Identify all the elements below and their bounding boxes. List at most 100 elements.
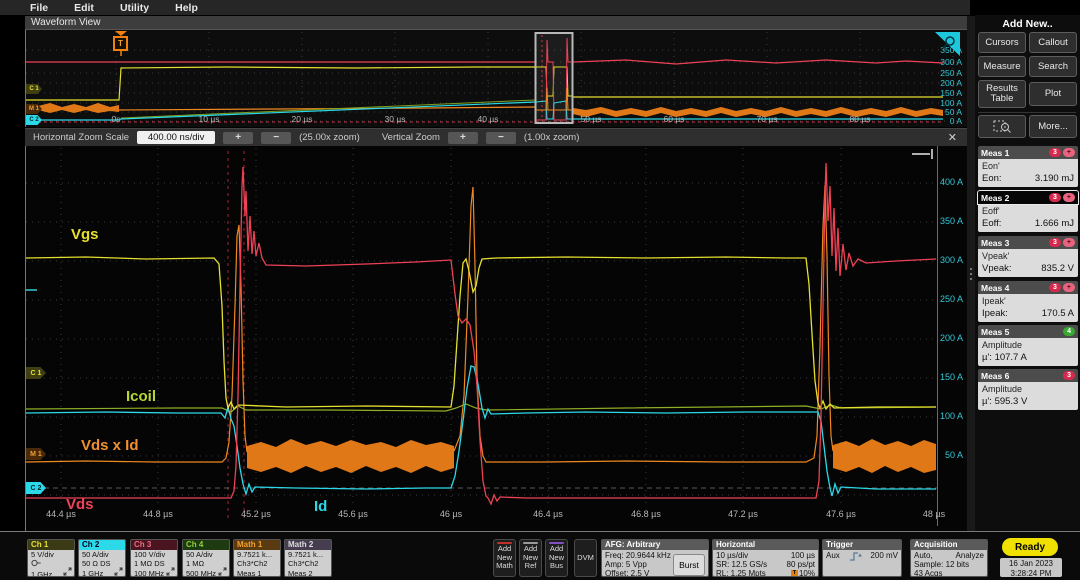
trigger-t-icon: T (113, 36, 128, 51)
main-y-tick: 350 A (929, 216, 963, 226)
expand-badge[interactable]: + (1063, 283, 1075, 292)
meas-4-body: Ipeak' Ipeak:170.5 A (978, 294, 1078, 322)
overview-x-tick: 20 µs (272, 114, 332, 124)
overview-x-tick: 30 µs (365, 114, 425, 124)
zoom-box-icon (993, 119, 1012, 134)
datetime-display: 16 Jan 2023 3:28:24 PM (1000, 558, 1062, 577)
expand-badge[interactable]: + (1063, 193, 1075, 202)
overview-waveforms (26, 30, 968, 127)
oscilloscope-app: File Edit Utility Help Waveform View (0, 0, 1080, 580)
menu-utility[interactable]: Utility (120, 2, 149, 14)
ch1-badge[interactable]: Ch 1 5 V/div 1 GHz (27, 539, 75, 577)
main-y-tick: 150 A (929, 372, 963, 382)
ready-status-button[interactable]: Ready (1002, 538, 1058, 556)
h-zoom-plus-button[interactable]: + (223, 132, 253, 144)
overview-y-tick: 0 A (928, 116, 962, 126)
meas-6-chip[interactable]: Meas 6 3 Amplitude µ': 595.3 V (978, 369, 1078, 410)
overview-zoom-icon[interactable] (934, 32, 960, 56)
v-zoom-plus-button[interactable]: + (448, 132, 478, 144)
overview-y-tick: 300 A (928, 57, 962, 67)
ref-color-stripe (523, 542, 538, 544)
panel-resize-handle[interactable] (967, 16, 975, 531)
meas-4-header[interactable]: Meas 4 3 + (978, 281, 1078, 294)
scale-arrows-icon (166, 567, 175, 576)
main-x-tick: 46.4 µs (520, 509, 576, 519)
math2-badge[interactable]: Math 2 9.7521 k... Ch3*Ch2 Meas 2 (284, 539, 332, 577)
trigger-position-marker[interactable]: T (113, 31, 128, 51)
zoom-scale-label: Horizontal Zoom Scale (33, 132, 129, 143)
add-new-ref-button[interactable]: Add New Ref (519, 539, 542, 577)
meas-6-body: Amplitude µ': 595.3 V (978, 382, 1078, 410)
waveform-view-title: Waveform View (31, 17, 100, 28)
overview-x-tick: 0s (86, 114, 146, 124)
math1-badge[interactable]: Math 1 9.7521 k... Ch3*Ch2 Meas 1 (233, 539, 281, 577)
plot-button[interactable]: Plot (1029, 82, 1077, 106)
menu-help[interactable]: Help (175, 2, 198, 14)
overview-y-tick: 200 A (928, 78, 962, 88)
meas-5-header[interactable]: Meas 5 4 (978, 325, 1078, 338)
zoom-tool-button[interactable] (978, 115, 1026, 138)
zoom-scale-input[interactable]: 400.00 ns/div (137, 131, 215, 144)
main-y-tick: 50 A (929, 450, 963, 460)
ch4-reference-marker (26, 289, 37, 291)
vds-id-trace-label: Vds x Id (81, 437, 139, 454)
status-bar: Ch 1 5 V/div 1 GHz Ch 2 50 A/div 50 Ω DS… (0, 531, 1080, 580)
search-button[interactable]: Search (1029, 56, 1077, 77)
results-table-button[interactable]: Results Table (978, 80, 1026, 108)
horizontal-panel[interactable]: Horizontal 10 µs/div100 µs SR: 12.5 GS/s… (712, 539, 819, 577)
meas-3-chip[interactable]: Meas 3 3 + Vpeak' Vpeak:835.2 V (978, 236, 1078, 277)
expand-badge[interactable]: + (1063, 148, 1075, 157)
menu-file[interactable]: File (30, 2, 48, 14)
overview-x-tick: 60 µs (644, 114, 704, 124)
meas-2-chip[interactable]: Meas 2 3 + Eoff' Eoff:1.666 mJ (978, 191, 1078, 232)
ch4-badge[interactable]: Ch 4 50 A/div 1 MΩ 500 MHz (182, 539, 230, 577)
burst-button[interactable]: Burst (673, 554, 705, 576)
scale-arrows-icon (63, 567, 72, 576)
math-color-stripe (497, 542, 512, 544)
meas-1-chip[interactable]: Meas 1 3 + Eon' Eon:3.190 mJ (978, 146, 1078, 187)
scale-arrows-icon (114, 567, 123, 576)
main-waveform-plot[interactable]: C 1 M 1 C 2 Vgs Icoil Vds x Id Vds Id 44… (25, 146, 968, 531)
main-x-tick: 46.8 µs (618, 509, 674, 519)
zoom-scale-bar: Horizontal Zoom Scale 400.00 ns/div + − … (25, 128, 967, 146)
add-new-bus-button[interactable]: Add New Bus (545, 539, 568, 577)
waveform-view-tab[interactable]: Waveform View (25, 16, 967, 30)
rising-edge-icon (849, 551, 862, 561)
v-zoom-minus-button[interactable]: − (486, 132, 516, 144)
meas-1-header[interactable]: Meas 1 3 + (978, 146, 1078, 159)
dvm-button[interactable]: DVM (574, 539, 597, 577)
trigger-panel[interactable]: Trigger Aux 200 mV (822, 539, 902, 577)
expand-badge[interactable]: + (1063, 238, 1075, 247)
main-x-tick: 44.8 µs (130, 509, 186, 519)
main-x-tick: 48 µs (906, 509, 962, 519)
more-button[interactable]: More... (1029, 115, 1077, 138)
meas-2-header[interactable]: Meas 2 3 + (978, 191, 1078, 204)
ch3-badge[interactable]: Ch 3 100 V/div 1 MΩ DS 100 MHz (130, 539, 178, 577)
afg-panel[interactable]: AFG: Arbitrary Freq: 20.9644 kHz Amp: 5 … (601, 539, 709, 577)
source-badge: 4 (1063, 327, 1075, 336)
menu-edit[interactable]: Edit (74, 2, 94, 14)
meas-4-chip[interactable]: Meas 4 3 + Ipeak' Ipeak:170.5 A (978, 281, 1078, 322)
overview-x-tick: 50 µs (561, 114, 621, 124)
sidebar-separator (978, 112, 1076, 113)
meas-6-header[interactable]: Meas 6 3 (978, 369, 1078, 382)
add-new-math-button[interactable]: Add New Math (493, 539, 516, 577)
ch2-badge[interactable]: Ch 2 50 A/div 50 Ω DS 1 GHz (78, 539, 126, 577)
overview-y-tick: 150 A (928, 88, 962, 98)
source-badge: 3 (1049, 283, 1061, 292)
zoom-close-icon[interactable]: ✕ (948, 131, 957, 144)
overview-y-tick: 250 A (928, 68, 962, 78)
h-zoom-minus-button[interactable]: − (261, 132, 291, 144)
meas-3-header[interactable]: Meas 3 3 + (978, 236, 1078, 249)
meas-2-body: Eoff' Eoff:1.666 mJ (978, 204, 1078, 232)
acquisition-panel[interactable]: Acquisition Auto,Analyze Sample: 12 bits… (910, 539, 988, 577)
overview-plot[interactable]: T C 1 M 1 C 2 0s 10 µs 20 µs 30 µs 40 µs… (25, 30, 968, 127)
main-x-tick: 47.6 µs (813, 509, 869, 519)
main-waveforms (26, 146, 968, 531)
callout-button[interactable]: Callout (1029, 32, 1077, 53)
measure-button[interactable]: Measure (978, 56, 1026, 77)
main-y-tick: 250 A (929, 294, 963, 304)
right-sidebar: Add New.. Cursors Callout Measure Search… (975, 15, 1080, 531)
meas-5-chip[interactable]: Meas 5 4 Amplitude µ': 107.7 A (978, 325, 1078, 366)
cursors-button[interactable]: Cursors (978, 32, 1026, 53)
